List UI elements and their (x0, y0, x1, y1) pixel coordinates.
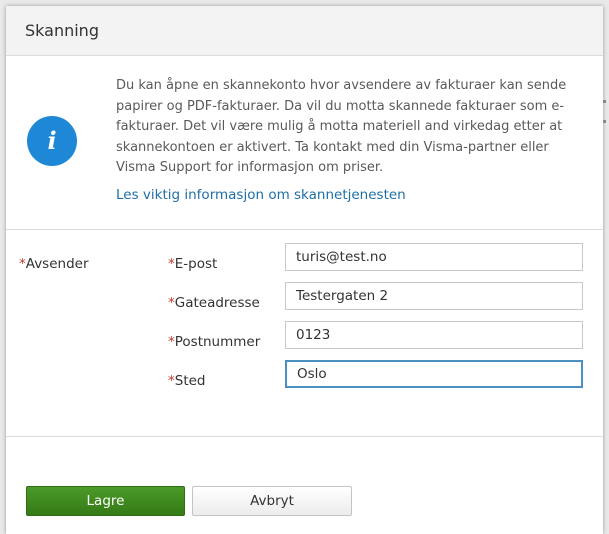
email-label: *E-post (168, 256, 217, 272)
info-text: Du kan åpne en skannekonto hvor avsender… (116, 78, 567, 175)
avsender-group-label: *Avsender (19, 256, 89, 272)
street-address-label: *Gateadresse (168, 295, 260, 311)
info-section: i Du kan åpne en skannekonto hvor avsend… (6, 56, 603, 230)
city-field[interactable] (285, 360, 583, 388)
sender-form: *Avsender *E-post *Gateadresse *Postnumm… (6, 230, 603, 437)
group-label-text: Avsender (25, 256, 89, 272)
required-marker: * (168, 373, 175, 389)
background-fragment (603, 100, 606, 103)
background-fragment (603, 120, 606, 123)
dialog-title: Skanning (25, 21, 99, 40)
city-label: *Sted (168, 373, 206, 389)
required-marker: * (168, 334, 175, 350)
cancel-button[interactable]: Avbryt (192, 486, 352, 516)
street-address-label-text: Gateadresse (174, 295, 260, 311)
required-marker: * (168, 256, 175, 272)
street-address-field[interactable] (285, 282, 583, 310)
email-label-text: E-post (174, 256, 218, 272)
info-link[interactable]: Les viktig informasjon om skannetjeneste… (116, 187, 406, 203)
dialog-header: Skanning (6, 6, 603, 56)
postal-code-label-text: Postnummer (174, 334, 261, 350)
postal-code-field[interactable] (285, 321, 583, 349)
required-marker: * (19, 256, 26, 272)
info-icon: i (27, 116, 77, 166)
city-label-text: Sted (174, 373, 206, 389)
required-marker: * (168, 295, 175, 311)
save-button[interactable]: Lagre (26, 486, 185, 516)
skanning-dialog: Skanning i Du kan åpne en skannekonto hv… (6, 6, 603, 534)
postal-code-label: *Postnummer (168, 334, 260, 350)
email-field[interactable] (285, 243, 583, 271)
